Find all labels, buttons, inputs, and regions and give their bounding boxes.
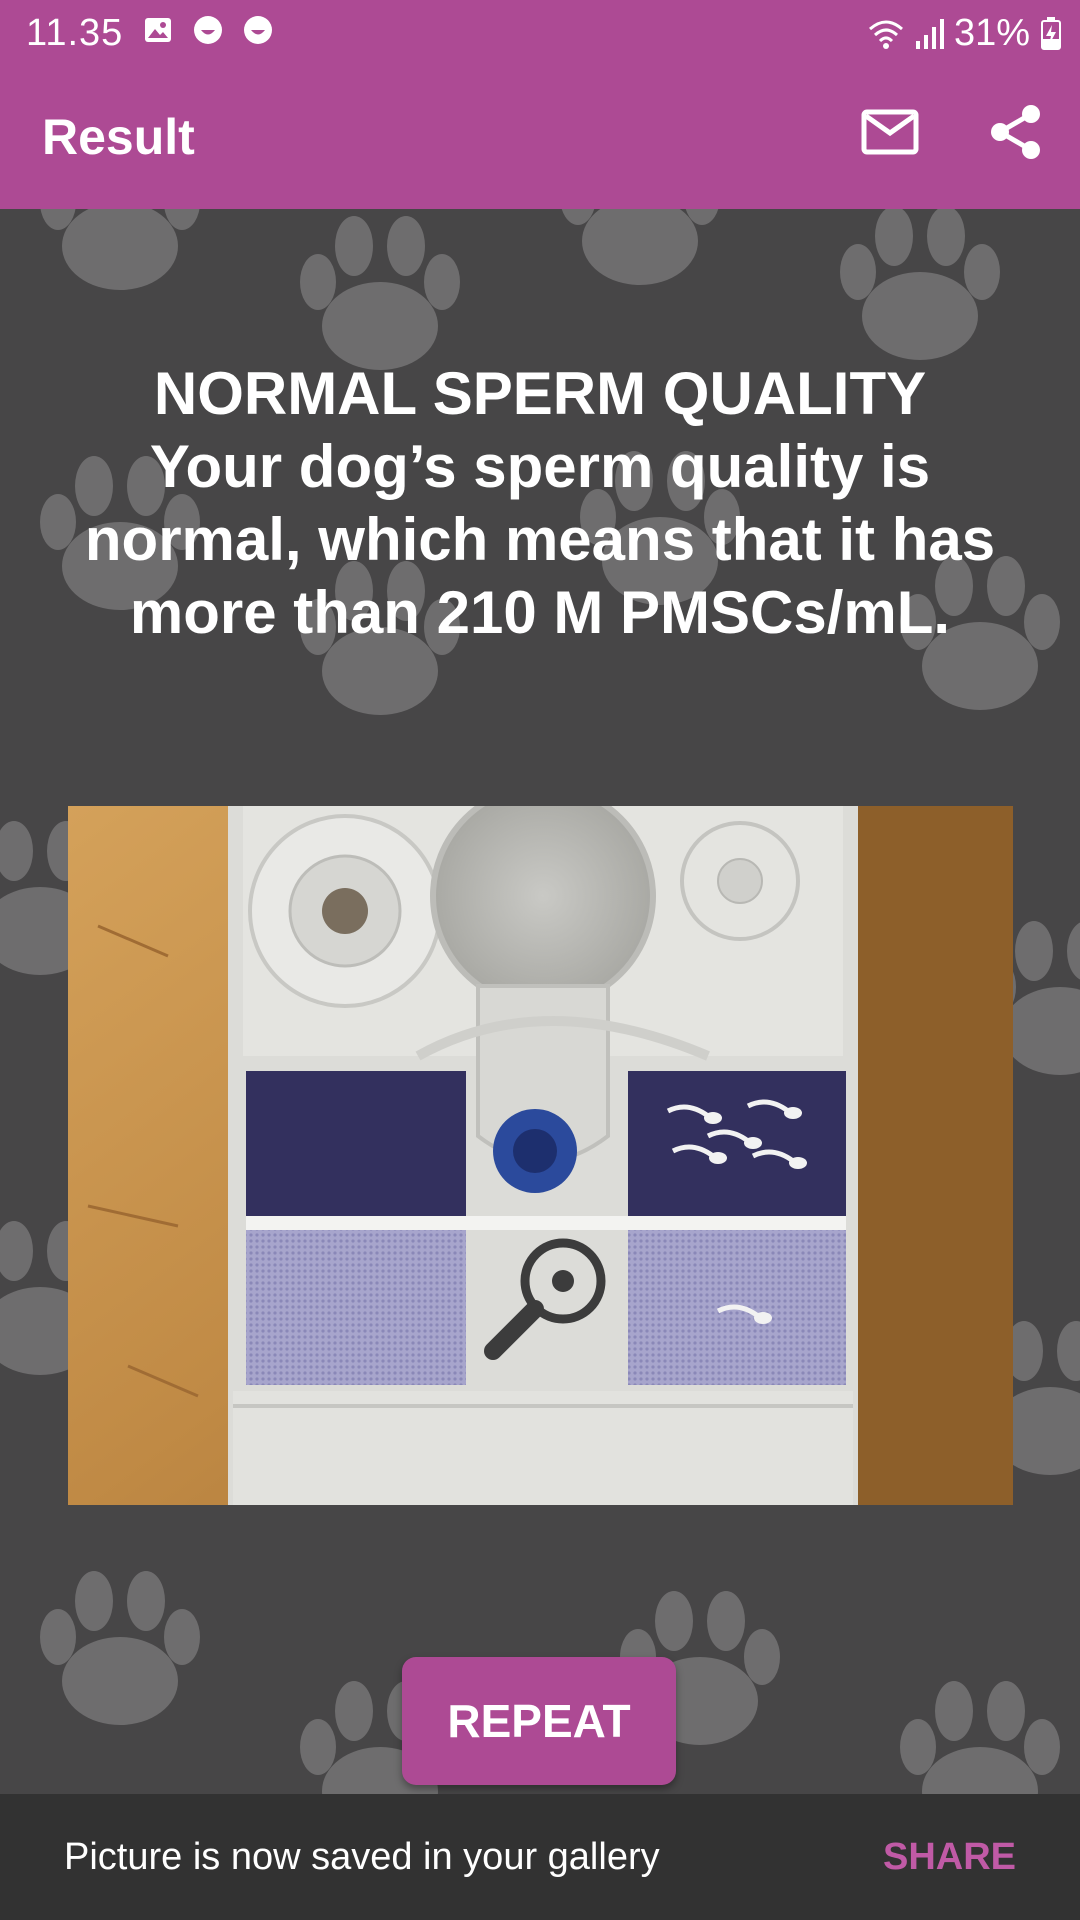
status-time: 11.35 (26, 12, 124, 54)
system-icons: 31% (868, 12, 1062, 55)
smiley-icon (194, 16, 222, 44)
notification-icons (142, 14, 274, 46)
snackbar-message: Picture is now saved in your gallery (64, 1836, 660, 1878)
snackbar: Picture is now saved in your gallery SHA… (0, 1794, 1080, 1920)
result-description: Your dog’s sperm quality is normal, whic… (84, 433, 996, 646)
signal-icon (915, 18, 944, 49)
app-bar: Result (0, 64, 1080, 209)
status-bar: 11.35 31% (0, 0, 1080, 64)
mail-icon (861, 109, 919, 155)
test-device-image (68, 806, 1013, 1505)
wifi-icon (868, 20, 903, 49)
battery-percentage: 31% (953, 12, 1030, 54)
snackbar-share-button[interactable]: SHARE (883, 1836, 1016, 1879)
mail-button[interactable] (858, 100, 922, 164)
test-result-photo (68, 806, 1013, 1505)
result-message: NORMAL SPERM QUALITY Your dog’s sperm qu… (40, 357, 1040, 649)
result-heading: NORMAL SPERM QUALITY (153, 360, 927, 427)
share-icon (991, 105, 1040, 159)
page-title: Result (42, 109, 195, 165)
battery-charging-icon (1041, 16, 1061, 50)
image-icon (145, 18, 171, 42)
smiley-icon (244, 16, 272, 44)
share-button[interactable] (984, 100, 1048, 164)
result-content: NORMAL SPERM QUALITY Your dog’s sperm qu… (0, 209, 1080, 1794)
repeat-button[interactable]: REPEAT (402, 1657, 676, 1785)
